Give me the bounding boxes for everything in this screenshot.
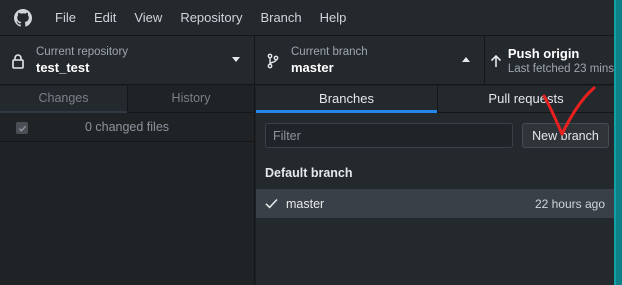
git-branch-icon <box>255 53 291 69</box>
menu-file[interactable]: File <box>46 0 85 36</box>
chevron-up-icon <box>462 57 470 62</box>
tab-changes[interactable]: Changes <box>0 86 127 113</box>
check-icon <box>256 198 286 209</box>
arrow-up-icon <box>485 54 508 68</box>
current-repository-label: Current repository <box>36 46 129 58</box>
branch-name: master <box>286 196 325 211</box>
tab-branches[interactable]: Branches <box>256 86 437 113</box>
menu-repository[interactable]: Repository <box>171 0 251 36</box>
toolbar: Current repository test_test Current bra… <box>0 36 614 85</box>
menu-help[interactable]: Help <box>311 0 356 36</box>
github-logo-icon <box>0 0 46 36</box>
branch-list-item[interactable]: master 22 hours ago <box>256 189 614 218</box>
default-branch-header: Default branch <box>265 166 353 180</box>
menu-edit[interactable]: Edit <box>85 0 125 36</box>
changed-files-count: 0 changed files <box>84 120 170 134</box>
red-checkmark-annotation <box>542 86 596 136</box>
sidebar-tabs: Changes History <box>0 86 254 113</box>
current-branch-value: master <box>291 60 334 75</box>
changed-files-header: 0 changed files <box>0 113 254 142</box>
menu-view[interactable]: View <box>125 0 171 36</box>
menu-bar: File Edit View Repository Branch Help <box>0 0 614 36</box>
chevron-down-icon <box>232 57 240 62</box>
last-fetched-label: Last fetched 23 mins <box>507 63 614 75</box>
branch-filter-input[interactable] <box>265 123 513 148</box>
branch-updated-time: 22 hours ago <box>534 196 605 211</box>
select-all-checkbox[interactable] <box>16 122 28 134</box>
tab-history[interactable]: History <box>127 86 254 112</box>
desktop-background <box>614 0 622 285</box>
current-branch-button[interactable]: Current branch master <box>255 36 485 85</box>
sidebar: Changes History 0 changed files <box>0 86 255 285</box>
current-branch-label: Current branch <box>291 46 368 58</box>
menu-branch[interactable]: Branch <box>251 0 310 36</box>
current-repository-value: test_test <box>36 60 90 75</box>
current-repository-button[interactable]: Current repository test_test <box>0 36 255 85</box>
lock-icon <box>0 53 36 69</box>
push-origin-button[interactable]: Push origin Last fetched 23 mins <box>485 36 614 85</box>
push-origin-label: Push origin <box>507 46 580 61</box>
